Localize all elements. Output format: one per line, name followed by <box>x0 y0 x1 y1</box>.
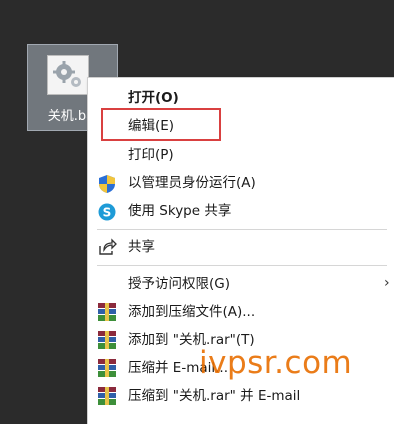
menu-item-label: 共享 <box>128 239 155 255</box>
skype-icon: S <box>97 202 117 221</box>
uac-shield-icon <box>97 174 117 193</box>
batch-file-icon <box>47 55 89 95</box>
menu-item-share[interactable]: 共享 <box>88 233 394 261</box>
menu-item-label: 授予访问权限(G) <box>128 276 230 292</box>
menu-item-label: 打开(O) <box>128 90 179 106</box>
menu-item-label: 添加到压缩文件(A)... <box>128 304 256 320</box>
winrar-icon <box>98 387 116 405</box>
winrar-icon <box>98 303 116 321</box>
menu-item-grant-access[interactable]: 授予访问权限(G) › <box>88 270 394 298</box>
menu-separator <box>97 265 387 266</box>
menu-item-compress-rar-email[interactable]: 压缩到 "关机.rar" 并 E-mail <box>88 382 394 410</box>
menu-item-add-to-archive[interactable]: 添加到压缩文件(A)... <box>88 298 394 326</box>
menu-item-run-as-admin[interactable]: 以管理员身份运行(A) <box>88 169 394 197</box>
menu-item-label: 打印(P) <box>128 147 174 163</box>
highlight-annotation-box <box>101 108 221 141</box>
menu-item-label: 压缩到 "关机.rar" 并 E-mail <box>128 388 301 404</box>
menu-item-label: 以管理员身份运行(A) <box>128 175 256 191</box>
winrar-icon <box>98 359 116 377</box>
svg-text:S: S <box>103 206 112 220</box>
menu-item-print[interactable]: 打印(P) <box>88 141 394 169</box>
menu-item-label: 使用 Skype 共享 <box>128 203 232 219</box>
menu-item-share-skype[interactable]: S 使用 Skype 共享 <box>88 197 394 225</box>
menu-separator <box>97 229 387 230</box>
share-icon <box>97 238 117 257</box>
watermark-text: ivpsr.com <box>199 345 353 381</box>
chevron-right-icon: › <box>384 275 390 291</box>
winrar-icon <box>98 331 116 349</box>
